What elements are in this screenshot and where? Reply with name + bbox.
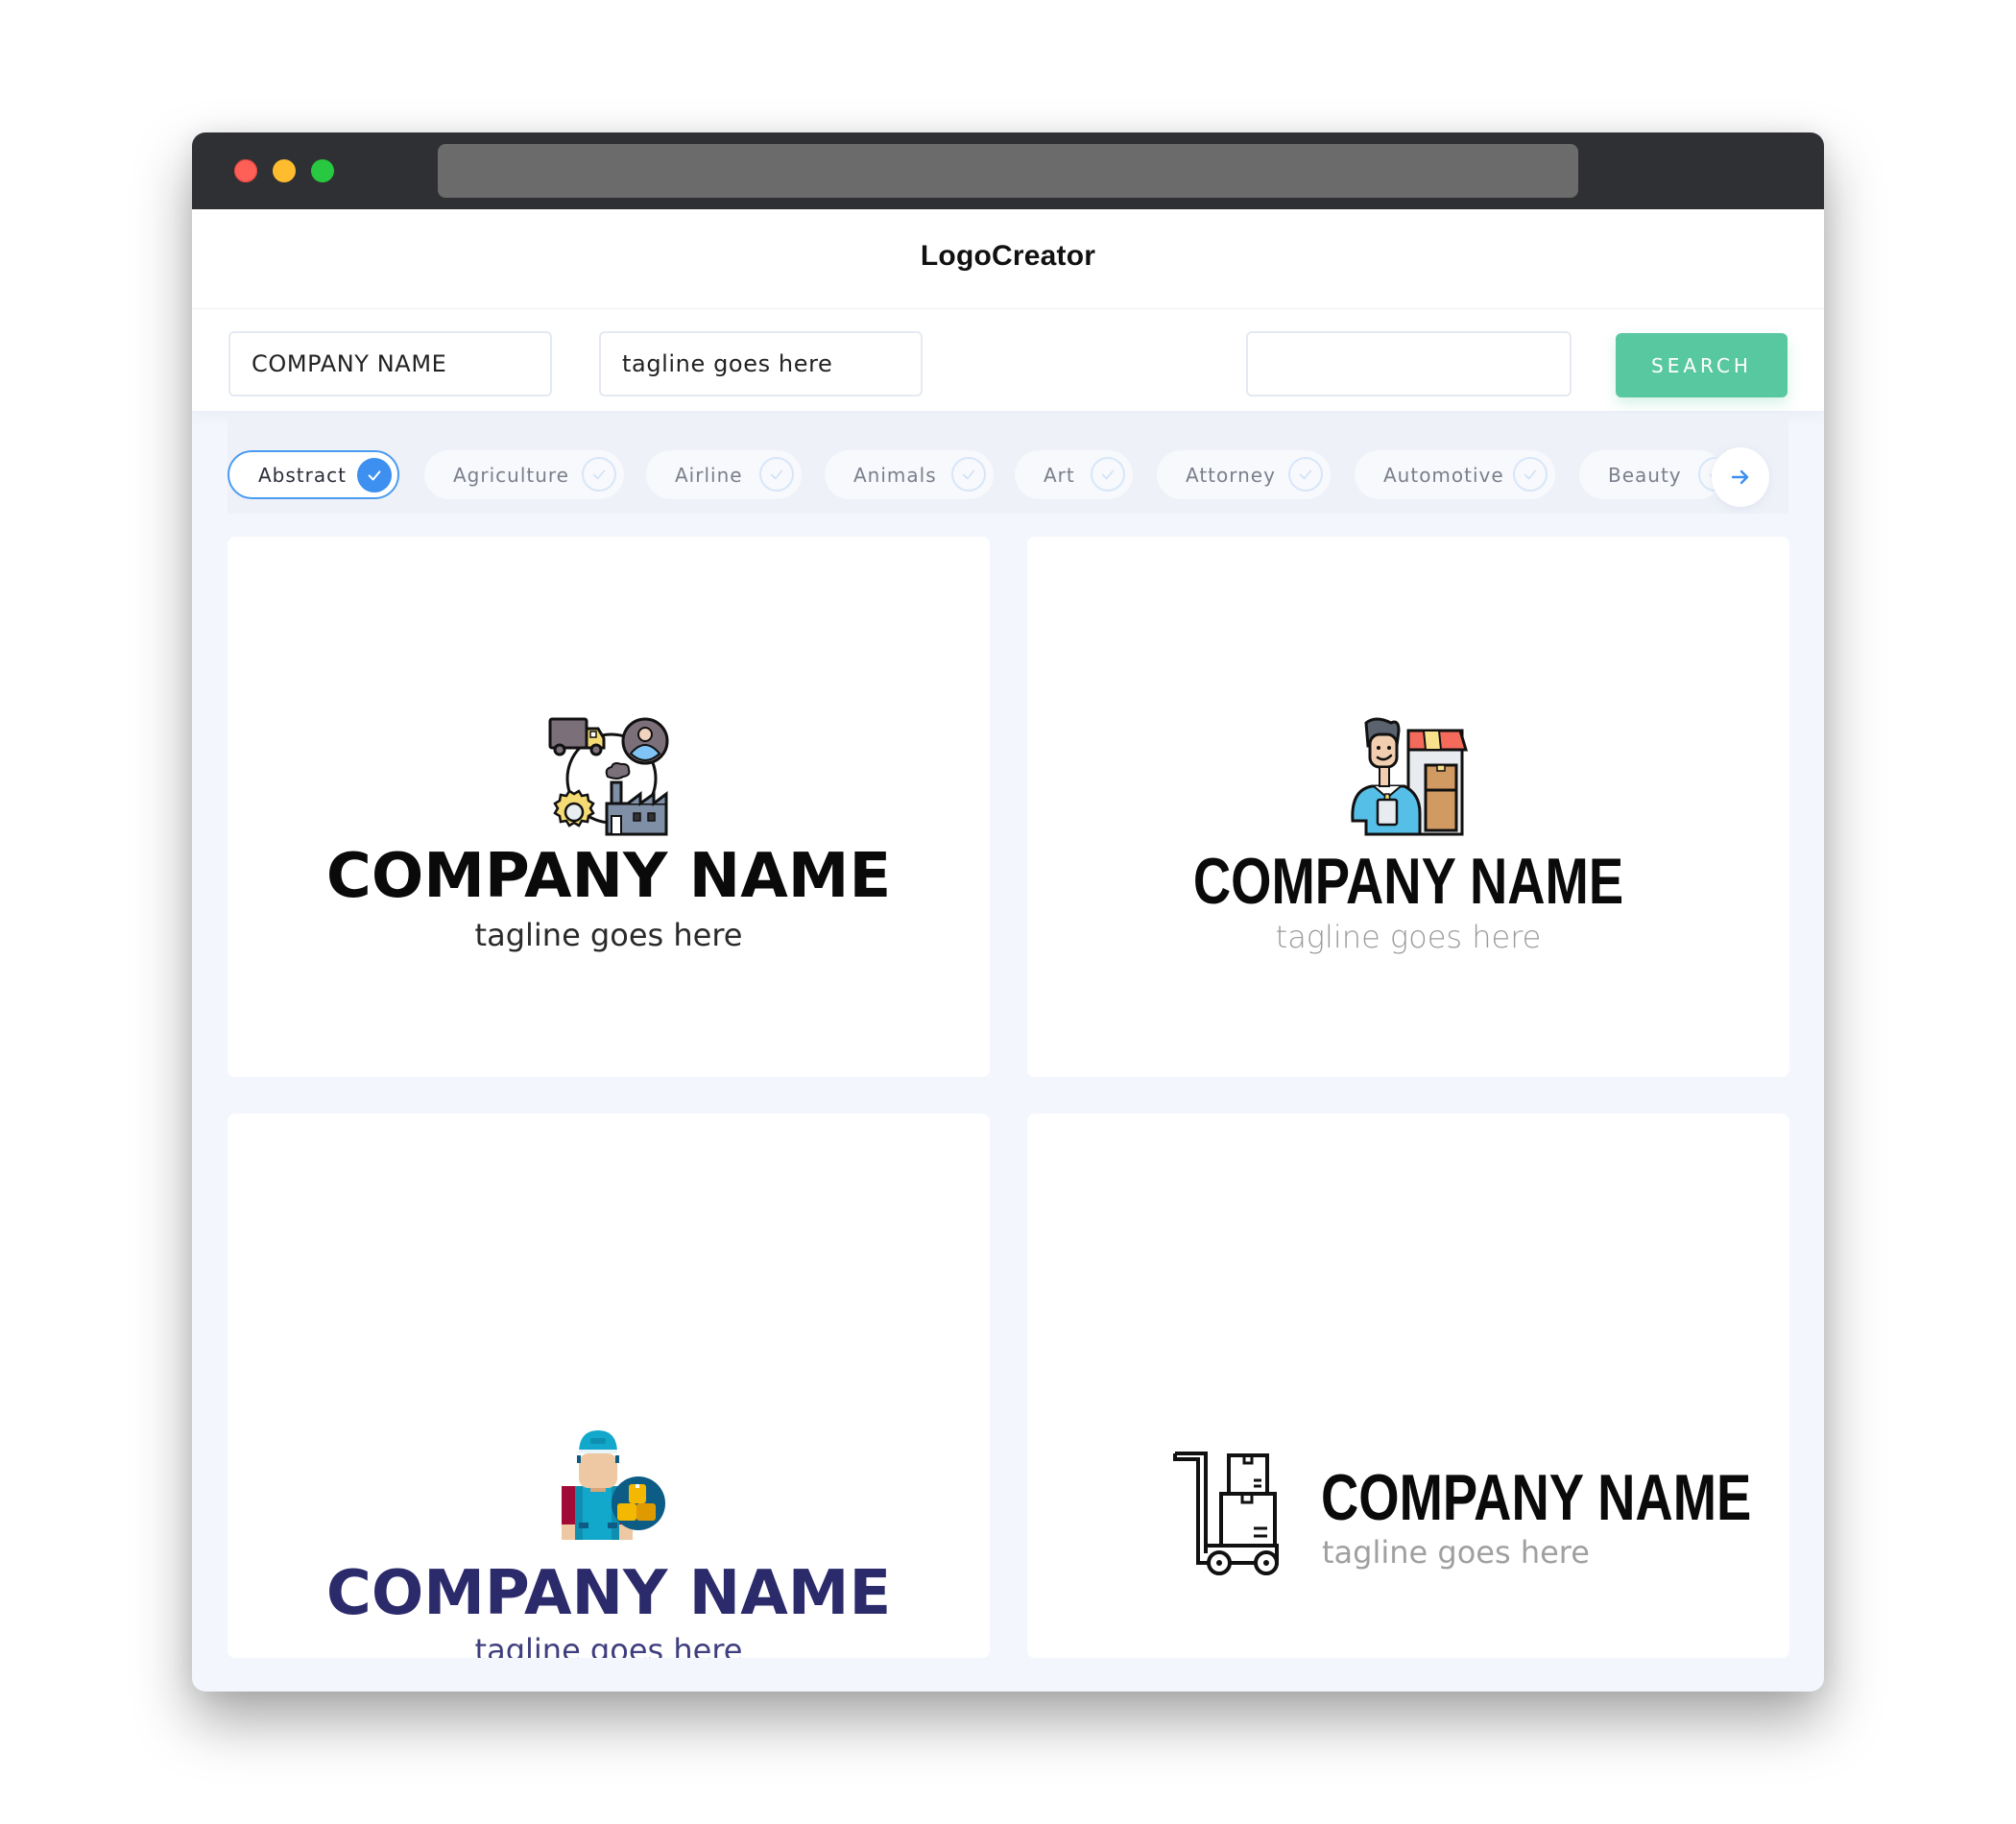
- minimize-window-button[interactable]: [273, 159, 296, 182]
- checkmark-icon: [1091, 457, 1125, 492]
- delivery-worker-icon: [562, 1430, 665, 1540]
- category-chip-label: Automotive: [1383, 463, 1504, 487]
- tagline-text: tagline goes here: [474, 917, 743, 953]
- title-bar: [192, 132, 1824, 209]
- category-chip-label: Agriculture: [453, 463, 569, 487]
- logo-result-card[interactable]: COMPANY NAME tagline goes here: [228, 1114, 990, 1658]
- company-name-text: COMPANY NAME: [1321, 1461, 1752, 1534]
- category-chip-label: Abstract: [258, 463, 347, 487]
- category-chip-airline[interactable]: Airline: [646, 450, 802, 499]
- category-chip-art[interactable]: Art: [1015, 450, 1133, 499]
- category-chip-beauty[interactable]: Beauty: [1579, 450, 1723, 499]
- maximize-window-button[interactable]: [311, 159, 334, 182]
- browser-window: LogoCreator COMPANY NAME tagline goes he…: [192, 132, 1824, 1692]
- checkmark-icon: [951, 457, 986, 492]
- category-chip-animals[interactable]: Animals: [825, 450, 994, 499]
- category-chip-label: Beauty: [1608, 463, 1682, 487]
- category-chip-abstract[interactable]: Abstract: [228, 450, 399, 499]
- tagline-text: tagline goes here: [1322, 1534, 1590, 1571]
- category-chip-attorney[interactable]: Attorney: [1157, 450, 1331, 499]
- logo-result-card[interactable]: COMPANY NAME tagline goes here: [1027, 537, 1789, 1077]
- category-filter-bar: Abstract Agriculture Airline Animals Art…: [228, 413, 1788, 514]
- logo-result-card[interactable]: COMPANY NAME tagline goes here: [228, 537, 990, 1077]
- next-categories-button[interactable]: [1712, 447, 1769, 507]
- search-button[interactable]: SEARCH: [1616, 333, 1788, 397]
- company-name-text: COMPANY NAME: [1192, 845, 1624, 918]
- company-name-input[interactable]: COMPANY NAME: [228, 331, 552, 396]
- arrow-right-icon: [1731, 469, 1749, 485]
- tagline-input[interactable]: tagline goes here: [599, 331, 923, 396]
- category-chip-agriculture[interactable]: Agriculture: [424, 450, 624, 499]
- keyword-search-input[interactable]: [1246, 331, 1572, 396]
- close-window-button[interactable]: [234, 159, 257, 182]
- supply-chain-icon: [548, 717, 669, 836]
- checkmark-icon: [1513, 457, 1548, 492]
- category-chip-label: Airline: [675, 463, 743, 487]
- logo-result-card[interactable]: COMPANY NAME tagline goes here: [1027, 1114, 1789, 1658]
- shop-seller-icon: [1351, 717, 1468, 836]
- category-chip-automotive[interactable]: Automotive: [1355, 450, 1555, 499]
- tagline-text: tagline goes here: [474, 1632, 743, 1658]
- category-chip-label: Art: [1044, 463, 1075, 487]
- search-bar: COMPANY NAME tagline goes here SEARCH: [192, 309, 1824, 411]
- checkmark-icon: [357, 458, 392, 492]
- site-logo-title[interactable]: LogoCreator: [192, 240, 1824, 273]
- company-name-text: COMPANY NAME: [325, 1558, 892, 1629]
- hand-truck-boxes-icon: [1173, 1452, 1279, 1575]
- checkmark-icon: [759, 457, 794, 492]
- category-chip-label: Attorney: [1186, 463, 1276, 487]
- company-name-text: COMPANY NAME: [325, 841, 892, 912]
- category-chip-label: Animals: [853, 463, 937, 487]
- address-bar[interactable]: [438, 144, 1578, 198]
- tagline-text: tagline goes here: [1275, 919, 1542, 955]
- checkmark-icon: [582, 457, 616, 492]
- checkmark-icon: [1288, 457, 1323, 492]
- site-header: LogoCreator: [192, 209, 1824, 309]
